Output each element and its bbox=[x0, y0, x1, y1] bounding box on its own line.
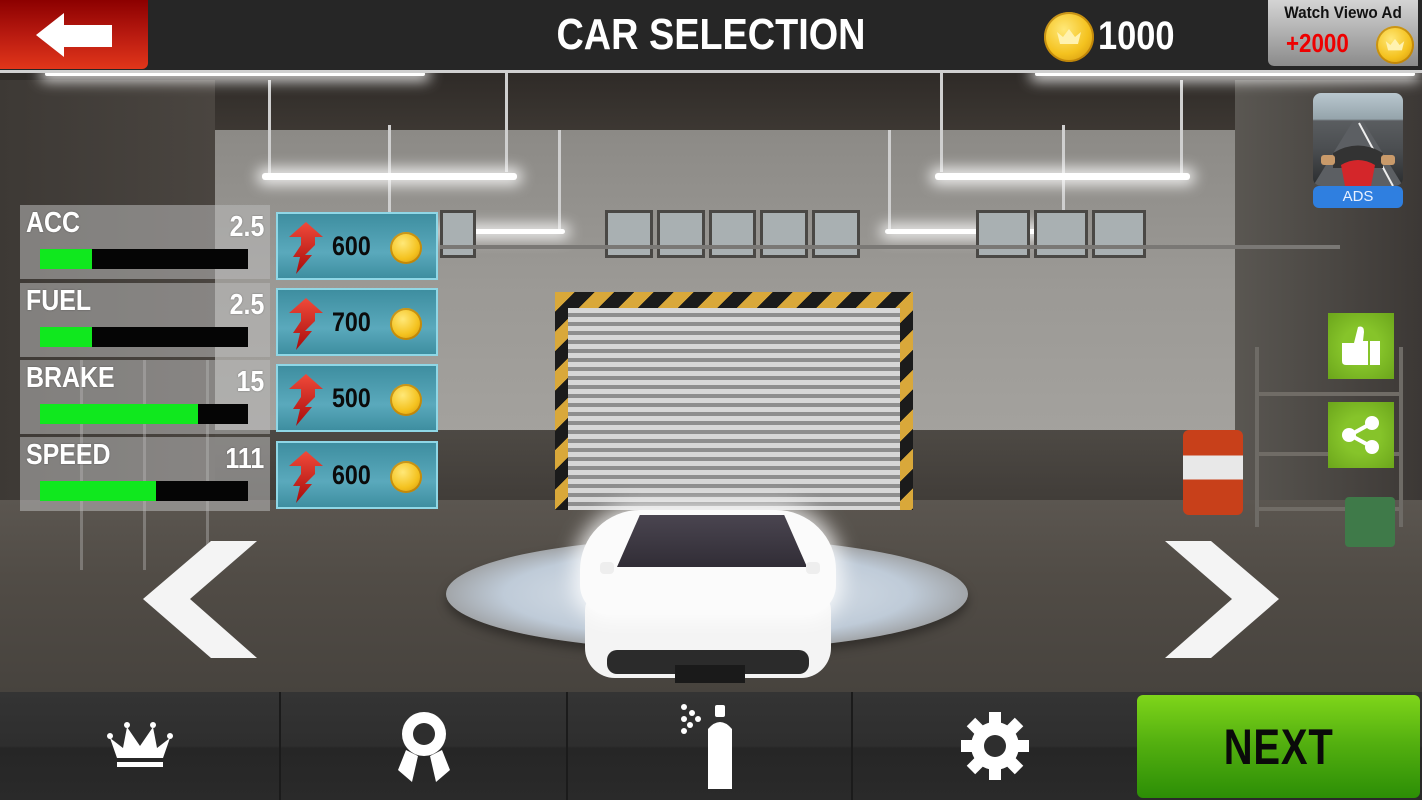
window-pane bbox=[605, 210, 653, 258]
stat-bar-fill bbox=[40, 249, 92, 269]
stat-label: ACC bbox=[26, 207, 81, 239]
jerry-can bbox=[1345, 497, 1395, 547]
top-bar bbox=[0, 0, 1422, 73]
window-pane bbox=[812, 210, 860, 258]
upgrade-speed-button[interactable]: 600 bbox=[276, 441, 438, 509]
back-button[interactable] bbox=[0, 0, 148, 69]
upgrade-price: 600 bbox=[332, 460, 371, 490]
crown-icon bbox=[106, 722, 173, 767]
coin-balance: 1000 bbox=[1098, 14, 1175, 58]
watch-ad-button[interactable]: Watch Viewo Ad +2000 bbox=[1268, 0, 1418, 66]
stat-row-fuel: FUEL 2.5 bbox=[20, 283, 270, 357]
previous-car-button[interactable] bbox=[143, 541, 258, 658]
coin-icon bbox=[390, 461, 422, 493]
next-label: NEXT bbox=[1223, 718, 1334, 775]
next-car-button[interactable] bbox=[1165, 541, 1280, 658]
gear-icon bbox=[961, 712, 1029, 780]
window-pane bbox=[656, 210, 705, 258]
watch-ad-label: Watch Viewo Ad bbox=[1284, 3, 1402, 22]
stat-label: FUEL bbox=[26, 285, 92, 317]
crown-coin-icon bbox=[1376, 26, 1414, 64]
wall-windows bbox=[605, 210, 860, 258]
spray-can-icon bbox=[680, 704, 732, 789]
coin-icon bbox=[390, 308, 422, 340]
upgrade-price: 600 bbox=[332, 231, 371, 261]
stat-label: BRAKE bbox=[26, 362, 115, 394]
window-pane bbox=[440, 210, 476, 258]
share-icon bbox=[1342, 416, 1379, 454]
stat-value: 15 bbox=[236, 366, 264, 398]
shelf-board bbox=[1259, 392, 1399, 396]
wall-windows bbox=[440, 210, 476, 258]
chevron-left-icon bbox=[143, 541, 257, 658]
upgrade-acc-button[interactable]: 600 bbox=[276, 212, 438, 280]
window-pane bbox=[708, 210, 757, 258]
next-button[interactable]: NEXT bbox=[1137, 695, 1420, 798]
light-rod bbox=[505, 72, 508, 172]
paint-button[interactable] bbox=[568, 692, 853, 800]
wall-windows bbox=[976, 210, 1146, 258]
light-rod bbox=[940, 72, 943, 172]
upgrade-price: 700 bbox=[332, 307, 371, 337]
ads-label[interactable]: ADS bbox=[1313, 186, 1403, 208]
stat-bar bbox=[40, 249, 248, 269]
stat-bar bbox=[40, 481, 248, 501]
coin-icon bbox=[390, 232, 422, 264]
stat-row-brake: BRAKE 15 bbox=[20, 360, 270, 434]
award-ribbon-icon bbox=[397, 712, 450, 782]
wall-pipe bbox=[440, 245, 1340, 249]
car-plate bbox=[675, 665, 745, 683]
red-up-arrow-icon bbox=[289, 222, 323, 274]
coin-icon bbox=[390, 384, 422, 416]
window-pane bbox=[1092, 210, 1146, 258]
stat-bar-fill bbox=[40, 404, 199, 424]
window-pane bbox=[976, 210, 1030, 258]
stat-value: 2.5 bbox=[229, 211, 264, 243]
car-windshield bbox=[617, 515, 807, 567]
car-mirror bbox=[600, 562, 614, 574]
upgrade-fuel-button[interactable]: 700 bbox=[276, 288, 438, 356]
stat-label: SPEED bbox=[26, 439, 111, 471]
window-pane bbox=[1034, 210, 1088, 258]
stat-row-speed: SPEED 111 bbox=[20, 437, 270, 511]
red-up-arrow-icon bbox=[289, 451, 323, 503]
ads-thumbnail[interactable] bbox=[1313, 93, 1403, 186]
upgrade-brake-button[interactable]: 500 bbox=[276, 364, 438, 432]
oil-barrel bbox=[1183, 430, 1243, 515]
window-pane bbox=[760, 210, 809, 258]
light-rod bbox=[1180, 80, 1183, 175]
light-rod bbox=[268, 80, 271, 175]
red-up-arrow-icon bbox=[289, 298, 323, 350]
stat-bar-fill bbox=[40, 327, 92, 347]
motorbike-ad-image bbox=[1313, 121, 1403, 186]
garage-door bbox=[568, 308, 900, 510]
upgrade-price: 500 bbox=[332, 383, 371, 413]
chevron-right-icon bbox=[1165, 541, 1279, 658]
stat-value: 2.5 bbox=[229, 289, 264, 321]
crown-coin-icon bbox=[1044, 12, 1094, 62]
light-rod bbox=[558, 130, 561, 230]
ceiling-light bbox=[262, 173, 517, 180]
share-button[interactable] bbox=[1328, 402, 1394, 468]
stat-value: 111 bbox=[225, 443, 264, 475]
stat-bar bbox=[40, 404, 248, 424]
leaderboard-button[interactable] bbox=[0, 692, 281, 800]
watch-ad-reward: +2000 bbox=[1286, 28, 1349, 58]
arrow-left-icon bbox=[36, 12, 112, 57]
thumbs-up-icon bbox=[1342, 326, 1380, 365]
stat-bar bbox=[40, 327, 248, 347]
light-rod bbox=[888, 130, 891, 230]
settings-button[interactable] bbox=[853, 692, 1137, 800]
like-button[interactable] bbox=[1328, 313, 1394, 379]
stat-row-acc: ACC 2.5 bbox=[20, 205, 270, 279]
red-up-arrow-icon bbox=[289, 374, 323, 426]
car-mirror bbox=[806, 562, 820, 574]
ceiling-light bbox=[935, 173, 1190, 180]
stat-bar-fill bbox=[40, 481, 157, 501]
achievements-button[interactable] bbox=[281, 692, 568, 800]
